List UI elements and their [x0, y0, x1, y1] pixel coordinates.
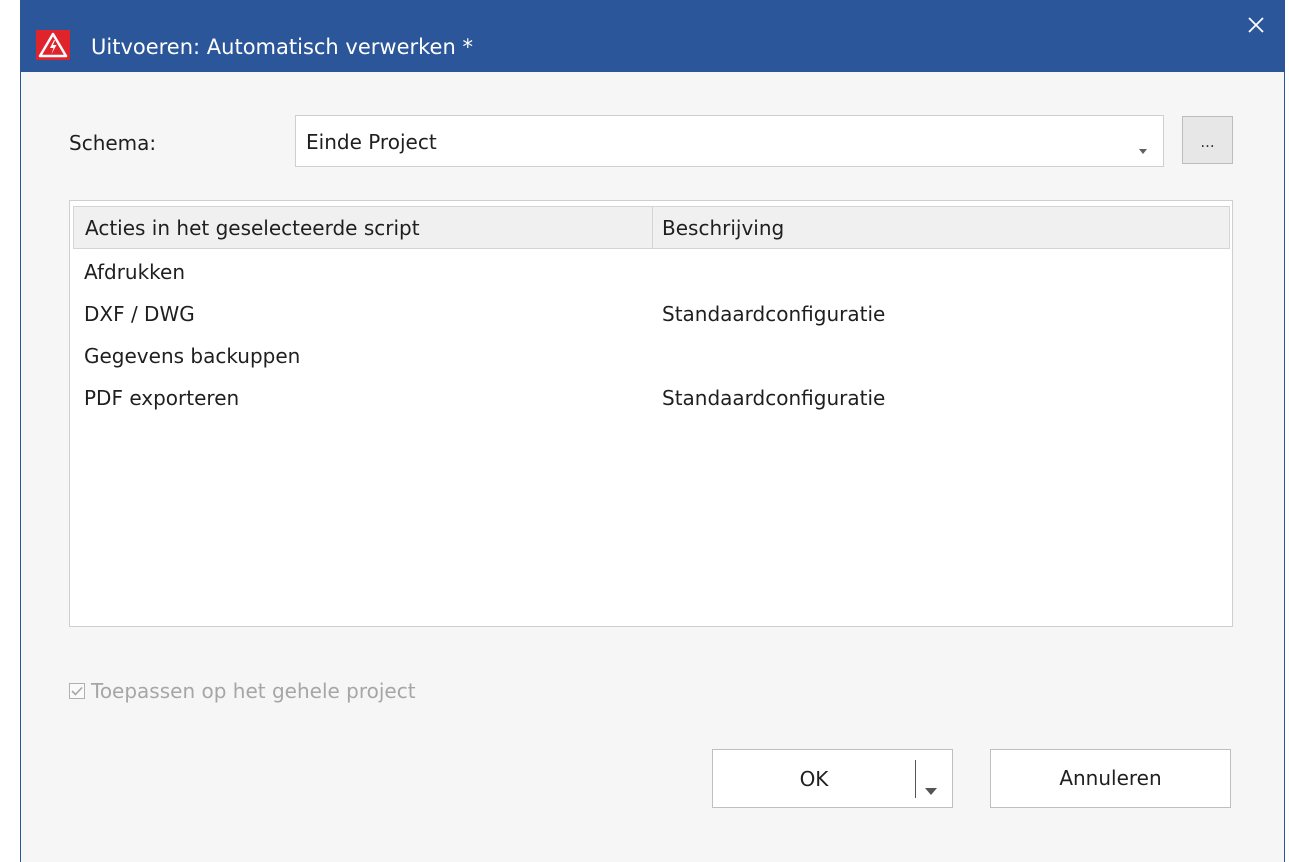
description-cell: Standaardconfiguratie — [662, 386, 886, 410]
dialog-window: Uitvoeren: Automatisch verwerken * Schem… — [20, 0, 1285, 862]
action-cell: PDF exporteren — [84, 386, 240, 410]
column-divider[interactable] — [652, 207, 653, 248]
action-cell: Afdrukken — [84, 260, 186, 284]
table-row[interactable]: Afdrukken — [70, 252, 1232, 294]
dropdown-arrow-icon[interactable] — [925, 776, 937, 800]
column-header-actions[interactable]: Acties in het geselecteerde script — [85, 207, 420, 248]
action-cell: DXF / DWG — [84, 302, 195, 326]
close-icon — [1247, 16, 1265, 38]
actions-table[interactable]: Acties in het geselecteerde script Besch… — [69, 200, 1233, 627]
close-button[interactable] — [1228, 0, 1284, 54]
column-header-description[interactable]: Beschrijving — [662, 207, 784, 248]
apply-to-project-checkbox[interactable]: Toepassen op het gehele project — [69, 678, 416, 704]
table-row[interactable]: PDF exporteren Standaardconfiguratie — [70, 378, 1232, 420]
apply-to-project-label: Toepassen op het gehele project — [91, 679, 416, 703]
checkmark-icon — [69, 683, 85, 699]
chevron-down-icon — [1139, 139, 1147, 158]
cancel-button[interactable]: Annuleren — [990, 749, 1231, 808]
schema-selected-value: Einde Project — [306, 130, 437, 154]
split-divider — [915, 760, 916, 798]
window-title: Uitvoeren: Automatisch verwerken * — [91, 35, 473, 59]
table-header: Acties in het geselecteerde script Besch… — [73, 206, 1230, 249]
table-body: Afdrukken DXF / DWG Standaardconfigurati… — [70, 252, 1232, 420]
ok-button-label[interactable]: OK — [713, 765, 915, 793]
action-cell: Gegevens backuppen — [84, 344, 301, 368]
ok-split-button[interactable]: OK — [712, 749, 953, 808]
title-bar[interactable]: Uitvoeren: Automatisch verwerken * — [21, 0, 1284, 72]
warning-triangle-icon — [36, 30, 70, 60]
schema-browse-button[interactable]: ... — [1182, 116, 1233, 164]
description-cell: Standaardconfiguratie — [662, 302, 886, 326]
table-row[interactable]: Gegevens backuppen — [70, 336, 1232, 378]
schema-label: Schema: — [69, 131, 157, 155]
table-row[interactable]: DXF / DWG Standaardconfiguratie — [70, 294, 1232, 336]
schema-dropdown[interactable]: Einde Project — [295, 115, 1164, 167]
